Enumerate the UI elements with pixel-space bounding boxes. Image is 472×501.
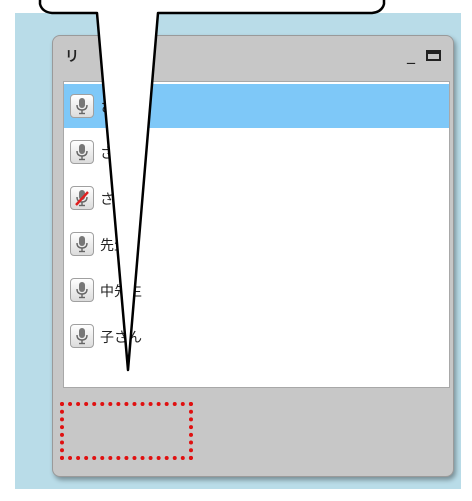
speech-callout <box>38 0 386 372</box>
